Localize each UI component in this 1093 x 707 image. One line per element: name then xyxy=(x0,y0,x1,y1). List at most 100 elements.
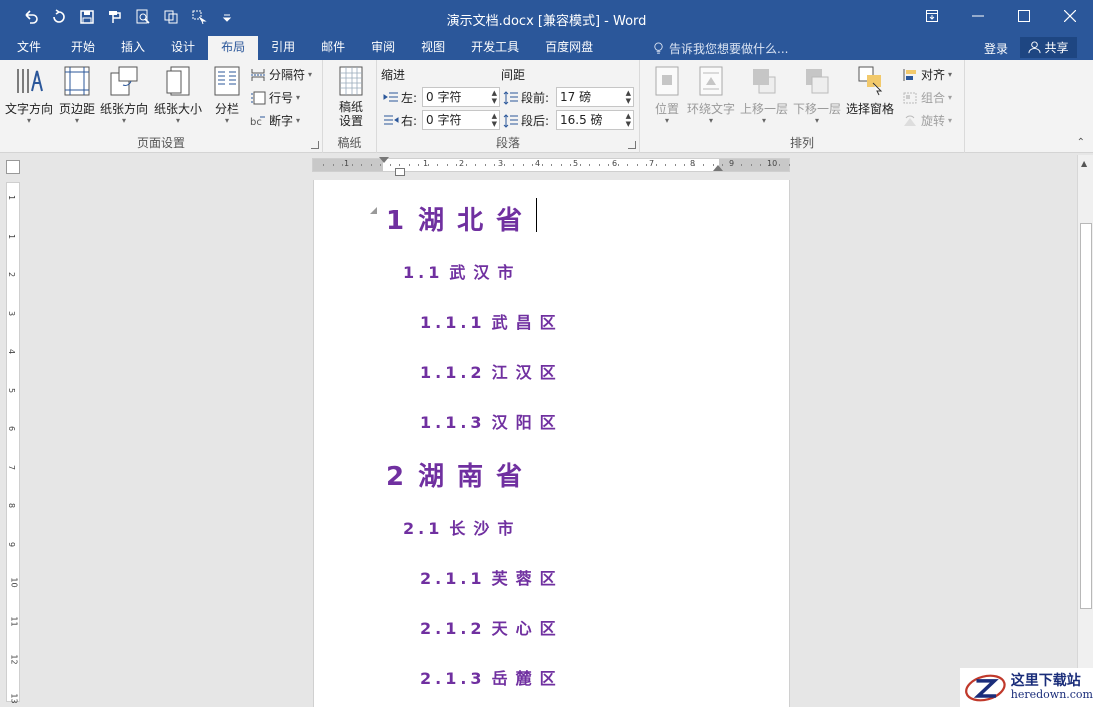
close-icon[interactable] xyxy=(1047,0,1093,32)
indent-left-input[interactable]: 0 字符 ▲ ▼ xyxy=(422,87,500,107)
heading-text: 岳麓区 xyxy=(491,669,564,688)
login-link[interactable]: 登录 xyxy=(984,40,1008,57)
vertical-ruler[interactable]: 1 1 2 3 4 5 6 7 8 9 10 11 12 13 xyxy=(6,182,20,703)
format-painter-icon[interactable] xyxy=(102,5,128,29)
heading-level-1[interactable]: 2 湖南省 xyxy=(386,456,535,493)
bring-forward-button[interactable]: 上移一层 ▾ xyxy=(740,64,788,125)
heading-text: 芙蓉区 xyxy=(491,569,564,588)
spin-arrows-icon[interactable]: ▲ ▼ xyxy=(626,89,631,105)
manuscript-setup-button[interactable]: 稿纸 设置 xyxy=(335,64,367,128)
indent-right-input[interactable]: 0 字符 ▲ ▼ xyxy=(422,110,500,130)
heading-level-1[interactable]: 1 湖北省 xyxy=(386,200,535,237)
print-preview-icon[interactable] xyxy=(130,5,156,29)
save-icon[interactable] xyxy=(74,5,100,29)
ruler-tick-mark xyxy=(323,164,324,166)
ribbon: 文字方向 ▾ 页边距 ▾ 纸张方向 ▾ 纸张大小 ▾ 分栏 ▾ 分隔符 ▾ 行号… xyxy=(0,60,1093,153)
tab-baidu-netdisk[interactable]: 百度网盘 xyxy=(532,36,606,60)
ruler-tick-label: 6 xyxy=(612,159,618,168)
rotate-icon xyxy=(904,115,916,126)
right-indent-marker[interactable] xyxy=(713,165,723,171)
quick-access-toolbar xyxy=(18,5,240,29)
line-numbers-button[interactable]: 行号 ▾ xyxy=(250,89,300,106)
vertical-scrollbar[interactable]: ▲ xyxy=(1077,155,1093,707)
collapse-heading-icon[interactable] xyxy=(370,207,377,214)
ribbon-display-icon[interactable] xyxy=(909,0,955,32)
heading-level-2[interactable]: 2.1 长沙市 xyxy=(403,515,521,539)
chevron-down-icon: ▾ xyxy=(709,116,714,125)
heading-number: 2.1.3 xyxy=(420,669,486,688)
watermark-cn: 这里下载站 xyxy=(1010,672,1081,689)
share-button[interactable]: 共享 xyxy=(1020,37,1077,58)
tab-file[interactable]: 文件 xyxy=(0,36,58,60)
scroll-up-icon[interactable]: ▲ xyxy=(1081,159,1087,168)
heading-level-3[interactable]: 2.1.2 天心区 xyxy=(420,615,564,639)
rotate-button[interactable]: 旋转 ▾ xyxy=(902,112,952,129)
breaks-button[interactable]: 分隔符 ▾ xyxy=(250,66,312,83)
redo-icon[interactable] xyxy=(46,5,72,29)
heading-level-2[interactable]: 1.1 武汉市 xyxy=(403,259,521,283)
indent-title: 缩进 xyxy=(381,68,406,82)
ruler-tick-mark xyxy=(522,164,524,166)
customize-icon[interactable] xyxy=(214,5,240,29)
ribbon-tab-row: 文件 开始 插入 设计 布局 引用 邮件 审阅 视图 开发工具 百度网盘 告诉我… xyxy=(0,36,1093,60)
tab-layout[interactable]: 布局 xyxy=(208,36,259,60)
tab-design[interactable]: 设计 xyxy=(158,36,208,60)
dialog-launcher-icon[interactable] xyxy=(311,141,319,149)
columns-button[interactable]: 分栏 ▾ xyxy=(211,64,243,125)
first-line-indent-marker[interactable] xyxy=(379,157,389,163)
spacing-after-input[interactable]: 16.5 磅 ▲ ▼ xyxy=(556,110,634,130)
maximize-icon[interactable] xyxy=(1001,0,1047,32)
spacing-before-input[interactable]: 17 磅 ▲ ▼ xyxy=(556,87,634,107)
ruler-tick-mark xyxy=(579,164,581,166)
group-button[interactable]: 组合 ▾ xyxy=(902,89,952,106)
ruler-tick-mark xyxy=(788,164,790,166)
position-button[interactable]: 位置 ▾ xyxy=(651,64,683,125)
selection-pane-button[interactable]: 选择窗格 xyxy=(846,64,894,117)
tab-developer[interactable]: 开发工具 xyxy=(458,36,532,60)
ruler-tick-mark xyxy=(703,164,704,166)
spin-arrows-icon[interactable]: ▲ ▼ xyxy=(492,89,497,105)
tab-view[interactable]: 视图 xyxy=(408,36,458,60)
undo-icon[interactable] xyxy=(18,5,44,29)
text-direction-button[interactable]: 文字方向 ▾ xyxy=(5,64,53,125)
ruler-tick-mark xyxy=(484,164,486,166)
heading-level-3[interactable]: 2.1.1 芙蓉区 xyxy=(420,565,564,589)
select-icon[interactable] xyxy=(186,5,212,29)
send-backward-icon xyxy=(806,69,829,94)
heading-level-3[interactable]: 1.1.3 汉阳区 xyxy=(420,409,564,433)
minimize-icon[interactable] xyxy=(955,0,1001,32)
svg-text:bc: bc xyxy=(250,117,262,128)
margins-button[interactable]: 页边距 ▾ xyxy=(59,64,95,125)
chevron-down-icon: ▾ xyxy=(122,116,127,125)
spin-arrows-icon[interactable]: ▲ ▼ xyxy=(626,112,631,128)
hyphenation-button[interactable]: bc 断字 ▾ xyxy=(250,112,300,129)
heading-text: 天心区 xyxy=(491,619,564,638)
heading-text: 长沙市 xyxy=(449,519,522,538)
align-button[interactable]: 对齐 ▾ xyxy=(902,66,952,83)
tab-home[interactable]: 开始 xyxy=(58,36,108,60)
tell-me-box[interactable]: 告诉我您想要做什么... xyxy=(652,40,788,57)
tab-insert[interactable]: 插入 xyxy=(108,36,158,60)
tab-selector[interactable] xyxy=(6,160,20,174)
tab-references[interactable]: 引用 xyxy=(258,36,308,60)
scroll-thumb[interactable] xyxy=(1080,223,1092,609)
tab-review[interactable]: 审阅 xyxy=(358,36,408,60)
heading-level-3[interactable]: 2.1.3 岳麓区 xyxy=(420,665,564,689)
size-button[interactable]: 纸张大小 ▾ xyxy=(154,64,202,125)
horizontal-ruler[interactable]: 112345678910 xyxy=(312,157,790,176)
document-page[interactable]: 1 湖北省 1.1 武汉市 1.1.1 武昌区 1.1.2 江汉区 1.1.3 汉阳区 2 湖南省 2.… xyxy=(313,180,790,707)
ruler-tick-mark xyxy=(541,164,543,166)
orientation-button[interactable]: 纸张方向 ▾ xyxy=(100,64,148,125)
heading-level-3[interactable]: 1.1.2 江汉区 xyxy=(420,359,564,383)
collapse-ribbon-icon[interactable]: ⌃ xyxy=(1077,137,1085,148)
hanging-indent-marker[interactable] xyxy=(395,168,405,176)
chevron-down-icon: ▾ xyxy=(75,116,80,125)
tab-mailings[interactable]: 邮件 xyxy=(308,36,358,60)
wrap-text-button[interactable]: 环绕文字 ▾ xyxy=(687,64,735,125)
copy-format-icon[interactable] xyxy=(158,5,184,29)
dialog-launcher-icon[interactable] xyxy=(628,141,636,149)
heading-level-3[interactable]: 1.1.1 武昌区 xyxy=(420,309,564,333)
spin-arrows-icon[interactable]: ▲ ▼ xyxy=(492,112,497,128)
ruler-tick-label: 10 xyxy=(9,577,19,588)
send-backward-button[interactable]: 下移一层 ▾ xyxy=(793,64,841,125)
